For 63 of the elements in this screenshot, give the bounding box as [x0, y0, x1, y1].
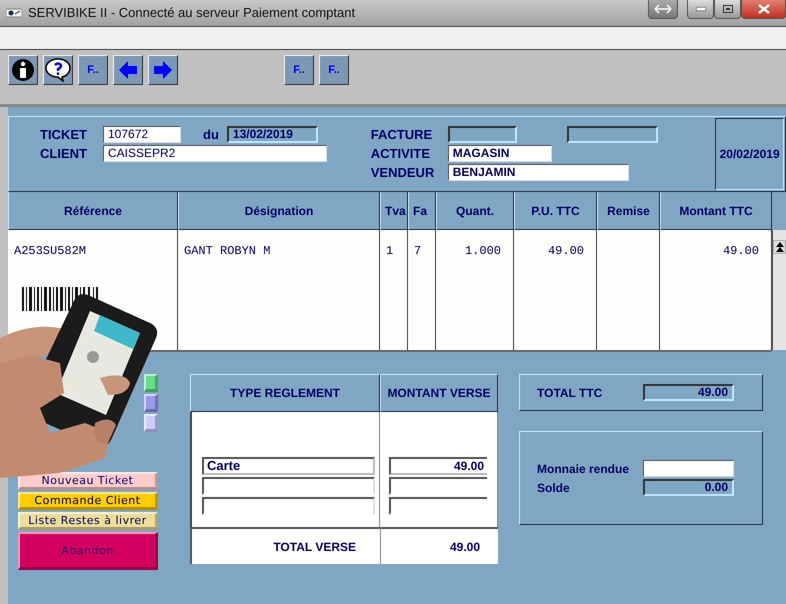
- total-value: 49.00: [450, 540, 480, 554]
- table-cell: 49.00: [722, 244, 759, 258]
- scroll-top-button[interactable]: [773, 240, 786, 254]
- resize-button[interactable]: [648, 0, 678, 19]
- minimize-button[interactable]: [687, 0, 714, 19]
- payment-type-field[interactable]: [202, 497, 375, 515]
- maximize-button[interactable]: [714, 0, 741, 19]
- app-icon: [6, 8, 22, 18]
- left-arrow-icon: [118, 60, 138, 80]
- toolbar-button[interactable]: [148, 55, 178, 85]
- field-label: Solde: [537, 480, 571, 494]
- toolbar-button[interactable]: [113, 55, 143, 85]
- total-field: 49.00: [643, 384, 734, 401]
- right-arrow-icon: [153, 60, 173, 80]
- field-label: VENDEUR: [370, 165, 436, 180]
- double-arrow-icon: [654, 4, 672, 14]
- field-label: Monnaie rendue: [537, 462, 630, 476]
- info-icon: [11, 58, 35, 82]
- date-field: 13/02/2019: [226, 126, 318, 143]
- ticket-field[interactable]: 107672: [103, 126, 181, 143]
- help-bubble-icon: [45, 58, 71, 82]
- action-button[interactable]: [144, 374, 158, 392]
- action-button[interactable]: Commande Client: [18, 492, 158, 510]
- total-label: TOTAL VERSE: [273, 540, 356, 554]
- payment-type-field[interactable]: [202, 477, 375, 495]
- action-button[interactable]: [144, 394, 158, 412]
- table-cell: 49.00: [548, 244, 584, 258]
- action-button[interactable]: [144, 414, 158, 432]
- table-cell: 1: [386, 244, 394, 258]
- action-button[interactable]: Liste Restes à livrer: [18, 512, 158, 530]
- seller-field[interactable]: BENJAMIN: [448, 164, 629, 181]
- toolbar-button[interactable]: [43, 55, 73, 85]
- current-date: 20/02/2019: [720, 147, 780, 161]
- amount-field[interactable]: 49.00: [389, 457, 487, 475]
- column-header: MONTANT VERSE: [380, 374, 498, 412]
- amount-field[interactable]: [389, 477, 487, 495]
- field-label: TOTAL TTC: [537, 386, 604, 400]
- minimize-icon: [696, 7, 706, 11]
- close-icon: [758, 4, 770, 14]
- payment-type-field[interactable]: Carte: [202, 457, 375, 475]
- table-cell: A253SU582M: [14, 244, 86, 258]
- amount-field[interactable]: [389, 497, 487, 515]
- scrollbar[interactable]: [772, 230, 786, 350]
- column-header: TYPE REGLEMENT: [190, 374, 380, 412]
- field-label: du: [203, 127, 219, 142]
- field-label: CLIENT: [40, 146, 88, 161]
- table-cell: 1.000: [464, 244, 501, 258]
- toolbar-button[interactable]: [8, 55, 38, 85]
- change-field[interactable]: [643, 460, 734, 477]
- balance-field: 0.00: [643, 479, 734, 496]
- field-label: FACTURE: [370, 127, 434, 142]
- invoice-field: [448, 126, 517, 143]
- field-label: TICKET: [40, 127, 88, 142]
- maximize-icon: [722, 5, 732, 13]
- table-cell: GANT ROBYN M: [184, 244, 270, 258]
- client-field[interactable]: CAISSEPR2: [103, 145, 327, 162]
- window-title: SERVIBIKE II - Connecté au serveur Paiement comptant: [28, 5, 356, 20]
- field-label: ACTIVITE: [370, 146, 431, 161]
- close-button[interactable]: [741, 0, 786, 19]
- up-arrow-icon: [776, 242, 784, 252]
- table-cell: 7: [414, 244, 422, 258]
- activity-field[interactable]: MAGASIN: [448, 145, 552, 162]
- action-button[interactable]: Nouveau Ticket: [18, 472, 158, 490]
